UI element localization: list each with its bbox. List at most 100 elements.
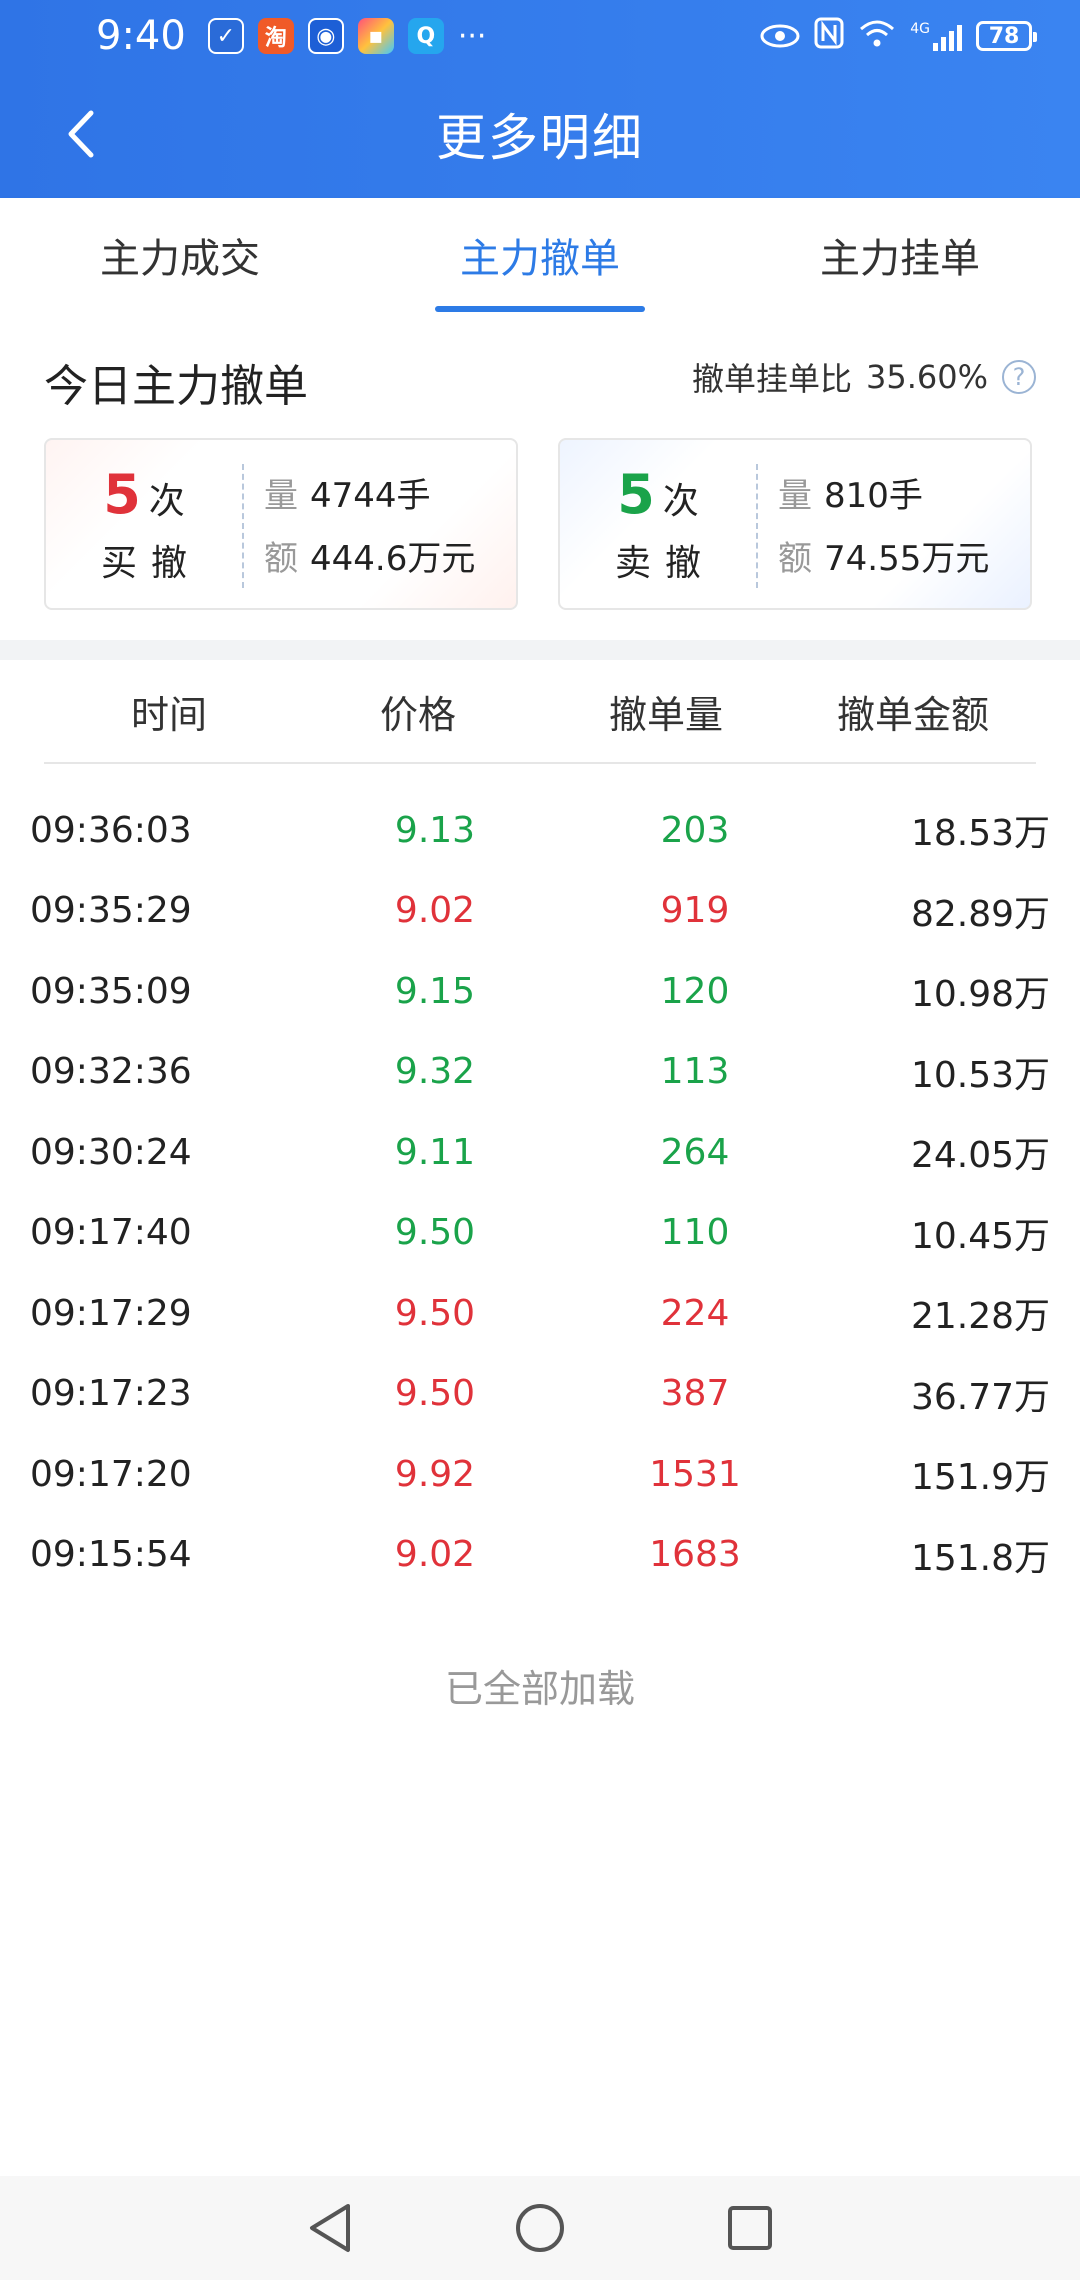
row-volume: 113 [660, 1051, 730, 1093]
buy-cancel-card: 5 次 买撤 量 4744手 额 444.6万元 [44, 438, 518, 610]
row-amount: 24.05万 [910, 1135, 1050, 1177]
row-volume: 203 [660, 809, 730, 851]
tab-bar: 主力成交 主力撤单 主力挂单 [0, 198, 1080, 312]
chevron-left-icon [68, 110, 94, 158]
buy-cancel-amount: 444.6万元 [310, 539, 476, 579]
table-row: 09:17:23 9.50 387 36.77万 [0, 1354, 1080, 1435]
row-time: 09:17:20 [30, 1453, 192, 1495]
row-volume: 110 [660, 1212, 730, 1254]
system-home-button[interactable] [510, 2198, 570, 2258]
row-time: 09:15:54 [30, 1534, 192, 1576]
table-row: 09:30:24 9.11 264 24.05万 [0, 1112, 1080, 1193]
table-header: 时间 价格 撤单量 撤单金额 [44, 660, 1036, 764]
row-amount: 151.9万 [910, 1457, 1050, 1499]
vol-label: 量 [264, 476, 298, 516]
table-row: 09:35:09 9.15 120 10.98万 [0, 951, 1080, 1032]
row-volume: 264 [660, 1131, 730, 1173]
tab-main-cancellations[interactable]: 主力撤单 [360, 198, 720, 312]
sell-cancel-volume: 810手 [824, 476, 923, 516]
summary-title: 今日主力撤单 [44, 361, 308, 412]
ratio-label: 撤单挂单比 [691, 360, 852, 398]
col-header-time: 时间 [130, 692, 207, 737]
system-nav-bar [0, 2176, 1080, 2280]
row-price: 9.92 [394, 1453, 476, 1495]
count-unit: 次 [662, 480, 699, 522]
nfc-icon [814, 14, 844, 58]
battery-icon: 78 [976, 21, 1037, 51]
bulb-app-icon: ◉ [307, 18, 344, 54]
row-amount: 10.53万 [910, 1054, 1050, 1096]
col-header-amount: 撤单金额 [836, 692, 989, 737]
row-time: 09:17:40 [30, 1212, 192, 1254]
system-recents-button[interactable] [720, 2198, 780, 2258]
row-price: 9.32 [394, 1051, 476, 1093]
table-row: 09:32:36 9.32 113 10.53万 [0, 1032, 1080, 1113]
row-volume: 919 [660, 890, 730, 932]
row-price: 9.02 [394, 1534, 476, 1576]
col-header-price: 价格 [379, 692, 456, 737]
row-amount: 151.8万 [910, 1537, 1050, 1579]
col-header-volume: 撤单量 [608, 692, 723, 737]
row-volume: 120 [660, 970, 730, 1012]
buy-cancel-type: 买撤 [100, 542, 201, 584]
buy-cancel-volume: 4744手 [310, 476, 431, 516]
row-amount: 18.53万 [910, 813, 1050, 855]
table-row: 09:17:40 9.50 110 10.45万 [0, 1193, 1080, 1274]
row-amount: 10.98万 [910, 974, 1050, 1016]
cancel-order-ratio: 撤单挂单比 35.60% ? [692, 354, 1036, 400]
sell-cancel-card: 5 次 卖撤 量 810手 额 74.55万元 [558, 438, 1032, 610]
row-volume: 1683 [649, 1534, 741, 1576]
system-back-button[interactable] [300, 2198, 360, 2258]
section-gap [0, 640, 1080, 660]
circle-home-icon [516, 2204, 564, 2252]
tab-main-orders[interactable]: 主力挂单 [720, 198, 1080, 312]
more-notifications-icon: ··· [457, 18, 487, 54]
sell-cancel-count: 5 [617, 462, 655, 526]
row-volume: 224 [660, 1292, 730, 1334]
divider [756, 464, 758, 588]
row-price: 9.02 [394, 890, 476, 932]
row-price: 9.50 [394, 1292, 476, 1334]
amt-label: 额 [778, 539, 812, 579]
all-loaded-text: 已全部加载 [444, 1667, 635, 1711]
ratio-value: 35.60% [865, 358, 988, 396]
row-time: 09:35:09 [30, 970, 192, 1012]
sell-cancel-amount: 74.55万元 [824, 539, 990, 579]
colorful-app-icon: ▪ [357, 18, 394, 54]
row-time: 09:30:24 [30, 1131, 192, 1173]
amt-label: 额 [264, 539, 298, 579]
tab-main-trades[interactable]: 主力成交 [0, 198, 360, 312]
table-row: 09:15:54 9.02 1683 151.8万 [0, 1515, 1080, 1596]
row-price: 9.13 [394, 809, 476, 851]
row-price: 9.15 [394, 970, 476, 1012]
divider [242, 464, 244, 588]
row-price: 9.50 [394, 1373, 476, 1415]
row-price: 9.50 [394, 1212, 476, 1254]
cell-signal-icon: 4G [910, 21, 962, 51]
table-row: 09:36:03 9.13 203 18.53万 [0, 790, 1080, 871]
buy-cancel-count: 5 [103, 462, 141, 526]
table-row: 09:35:29 9.02 919 82.89万 [0, 871, 1080, 952]
row-volume: 1531 [649, 1453, 741, 1495]
search-app-icon: Q [407, 18, 444, 54]
row-amount: 21.28万 [910, 1296, 1050, 1338]
row-volume: 387 [660, 1373, 730, 1415]
status-bar: 9:40 ✓ 淘 ◉ ▪ Q ··· 4G 78 [0, 0, 1080, 72]
cancellation-list: 09:36:03 9.13 203 18.53万 09:35:29 9.02 919 82.8… [0, 790, 1080, 1595]
help-icon[interactable]: ? [1002, 360, 1036, 394]
count-unit: 次 [148, 480, 185, 522]
table-row: 09:17:20 9.92 1531 151.9万 [0, 1434, 1080, 1515]
row-price: 9.11 [394, 1131, 476, 1173]
eye-icon [760, 14, 800, 58]
row-time: 09:17:23 [30, 1373, 192, 1415]
page-title: 更多明细 [436, 109, 644, 167]
status-time: 9:40 [96, 13, 186, 59]
battery-level: 78 [988, 23, 1020, 49]
row-amount: 82.89万 [910, 893, 1050, 935]
back-button[interactable] [48, 102, 112, 166]
row-time: 09:35:29 [30, 890, 192, 932]
app-header: 9:40 ✓ 淘 ◉ ▪ Q ··· 4G 78 更多明细 [0, 0, 1080, 198]
row-time: 09:36:03 [30, 809, 192, 851]
row-amount: 36.77万 [910, 1376, 1050, 1418]
network-type: 4G [910, 21, 930, 37]
